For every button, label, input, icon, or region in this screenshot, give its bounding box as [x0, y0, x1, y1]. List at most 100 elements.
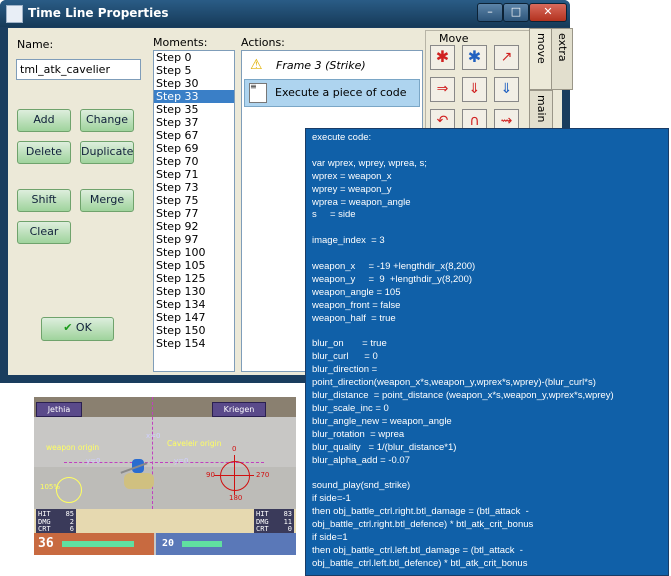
y0-label-right: y=0: [174, 457, 189, 465]
move-fixed-icon[interactable]: ✱: [430, 45, 455, 70]
battle-preview: Jethia Kriegen x=0 y=0 y=0 weapon origin…: [34, 397, 296, 555]
tab-move[interactable]: move: [529, 28, 553, 90]
code-line: blur_distance = point_distance (weapon_x…: [312, 390, 614, 401]
moment-item[interactable]: Step 100: [154, 246, 234, 259]
moment-item[interactable]: Step 0: [154, 51, 234, 64]
warning-icon: ⚠: [250, 57, 263, 73]
rotation-crosshair: [220, 461, 250, 491]
code-line: wprey = weapon_y: [312, 183, 392, 195]
moment-item[interactable]: Step 69: [154, 142, 234, 155]
close-button[interactable]: ✕: [529, 3, 567, 22]
moment-item[interactable]: Step 150: [154, 324, 234, 337]
angle-90-label: 90: [206, 471, 215, 479]
moment-item[interactable]: Step 75: [154, 194, 234, 207]
moment-item[interactable]: Step 134: [154, 298, 234, 311]
shift-button[interactable]: Shift: [17, 189, 71, 212]
left-stats: HIT 85 DMG 2 CRT 6: [36, 509, 76, 533]
code-line: image_index = 3: [312, 235, 385, 247]
moment-item[interactable]: Step 130: [154, 285, 234, 298]
code-line: weapon_x = -19 +lengthdir_x(8,200): [312, 261, 476, 272]
moment-item[interactable]: Step 154: [154, 337, 234, 350]
cavelier-sprite: [120, 457, 160, 495]
ok-button[interactable]: ✔ OK: [41, 317, 114, 341]
maximize-button[interactable]: □: [503, 3, 529, 22]
actions-label: Actions:: [241, 36, 285, 49]
code-line: blur_curl = 0: [312, 351, 378, 363]
delete-button[interactable]: Delete: [17, 141, 71, 164]
tab-main[interactable]: main: [529, 90, 553, 132]
moment-item[interactable]: Step 33: [154, 90, 234, 103]
action-item-label: Frame 3 (Strike): [276, 59, 366, 72]
left-hp-bar: [62, 541, 134, 547]
speed-vertical-icon[interactable]: ⇓: [462, 77, 487, 102]
moment-item[interactable]: Step 37: [154, 116, 234, 129]
crosshair-v-line: [234, 455, 235, 495]
stat-row: CRT 0: [256, 525, 292, 533]
code-line: blur_alpha_add = -0.07: [312, 454, 410, 466]
moment-item[interactable]: Step 5: [154, 64, 234, 77]
stat-value: 0: [287, 525, 292, 533]
code-line: blur_scale_inc = 0: [312, 402, 389, 414]
check-icon: ✔: [63, 321, 73, 334]
document-icon: ≡: [249, 83, 267, 103]
scale-percent-label: 105%: [40, 483, 61, 491]
moments-list[interactable]: Step 0 Step 5 Step 30 Step 33 Step 35 Step 37…: [153, 50, 235, 372]
code-line: blur_on = true: [312, 338, 387, 350]
moment-item[interactable]: Step 30: [154, 77, 234, 90]
tab-extra[interactable]: extra: [551, 28, 573, 90]
code-line: s = side: [312, 209, 356, 221]
moment-item[interactable]: Step 97: [154, 233, 234, 246]
moment-item[interactable]: Step 71: [154, 168, 234, 181]
add-button[interactable]: Add: [17, 109, 71, 132]
code-line: then obj_battle_ctrl.left.btl_damage = (…: [312, 544, 523, 556]
window-title: Time Line Properties: [28, 6, 169, 20]
moment-item[interactable]: Step 67: [154, 129, 234, 142]
moment-item[interactable]: Step 70: [154, 155, 234, 168]
tab-extra-label: extra: [556, 33, 569, 62]
code-line: obj_battle_ctrl.left.btl_defence) * btl_…: [312, 557, 528, 569]
moment-item[interactable]: Step 92: [154, 220, 234, 233]
merge-button[interactable]: Merge: [80, 189, 134, 212]
code-line: execute code:: [312, 132, 372, 143]
code-line: if side=-1: [312, 493, 351, 505]
moment-item[interactable]: Step 77: [154, 207, 234, 220]
name-label: Name:: [17, 38, 54, 51]
code-line: weapon_y = 9 +lengthdir_y(8,200): [312, 273, 473, 285]
left-hp-value: 36: [38, 536, 54, 551]
ok-label: OK: [75, 321, 92, 334]
angle-180-label: 180: [229, 494, 243, 502]
code-line: sound_play(snd_strike): [312, 480, 411, 492]
duplicate-button[interactable]: Duplicate: [80, 141, 134, 164]
stat-key: CRT: [256, 525, 269, 533]
code-line: weapon_front = false: [312, 299, 401, 311]
clear-button[interactable]: Clear: [17, 221, 71, 244]
code-line: wprea = weapon_angle: [312, 196, 411, 208]
code-line: then obj_battle_ctrl.right.btl_damage = …: [312, 506, 529, 518]
moment-item[interactable]: Step 35: [154, 103, 234, 116]
angle-0-label: 0: [232, 445, 237, 453]
weapon-origin-label: weapon origin: [46, 443, 100, 452]
minimize-button[interactable]: –: [477, 3, 503, 22]
name-input[interactable]: tml_atk_cavelier: [16, 59, 141, 80]
code-line: blur_direction =: [312, 364, 378, 376]
action-item[interactable]: ⚠ Frame 3 (Strike): [246, 55, 418, 77]
action-item-label: Execute a piece of code: [275, 86, 407, 99]
app-icon: [6, 5, 23, 23]
moment-item[interactable]: Step 73: [154, 181, 234, 194]
y0-label-left: y=0: [86, 457, 101, 465]
code-line: weapon_half = true: [312, 312, 396, 324]
tab-main-label: main: [535, 95, 548, 123]
moment-item[interactable]: Step 147: [154, 311, 234, 324]
code-line: if side=1: [312, 531, 348, 543]
gravity-icon[interactable]: ⇓: [494, 77, 519, 102]
code-panel: execute code: var wprex, wprey, wprea, s;…: [305, 128, 669, 576]
moment-item[interactable]: Step 125: [154, 272, 234, 285]
move-towards-icon[interactable]: ↗: [494, 45, 519, 70]
action-item-selected[interactable]: ≡ Execute a piece of code: [244, 79, 420, 107]
move-free-icon[interactable]: ✱: [462, 45, 487, 70]
speed-horizontal-icon[interactable]: ⇒: [430, 77, 455, 102]
title-bar[interactable]: Time Line Properties – □ ✕: [0, 0, 570, 27]
change-button[interactable]: Change: [80, 109, 134, 132]
code-line: var wprex, wprey, wprea, s;: [312, 157, 427, 169]
moment-item[interactable]: Step 105: [154, 259, 234, 272]
